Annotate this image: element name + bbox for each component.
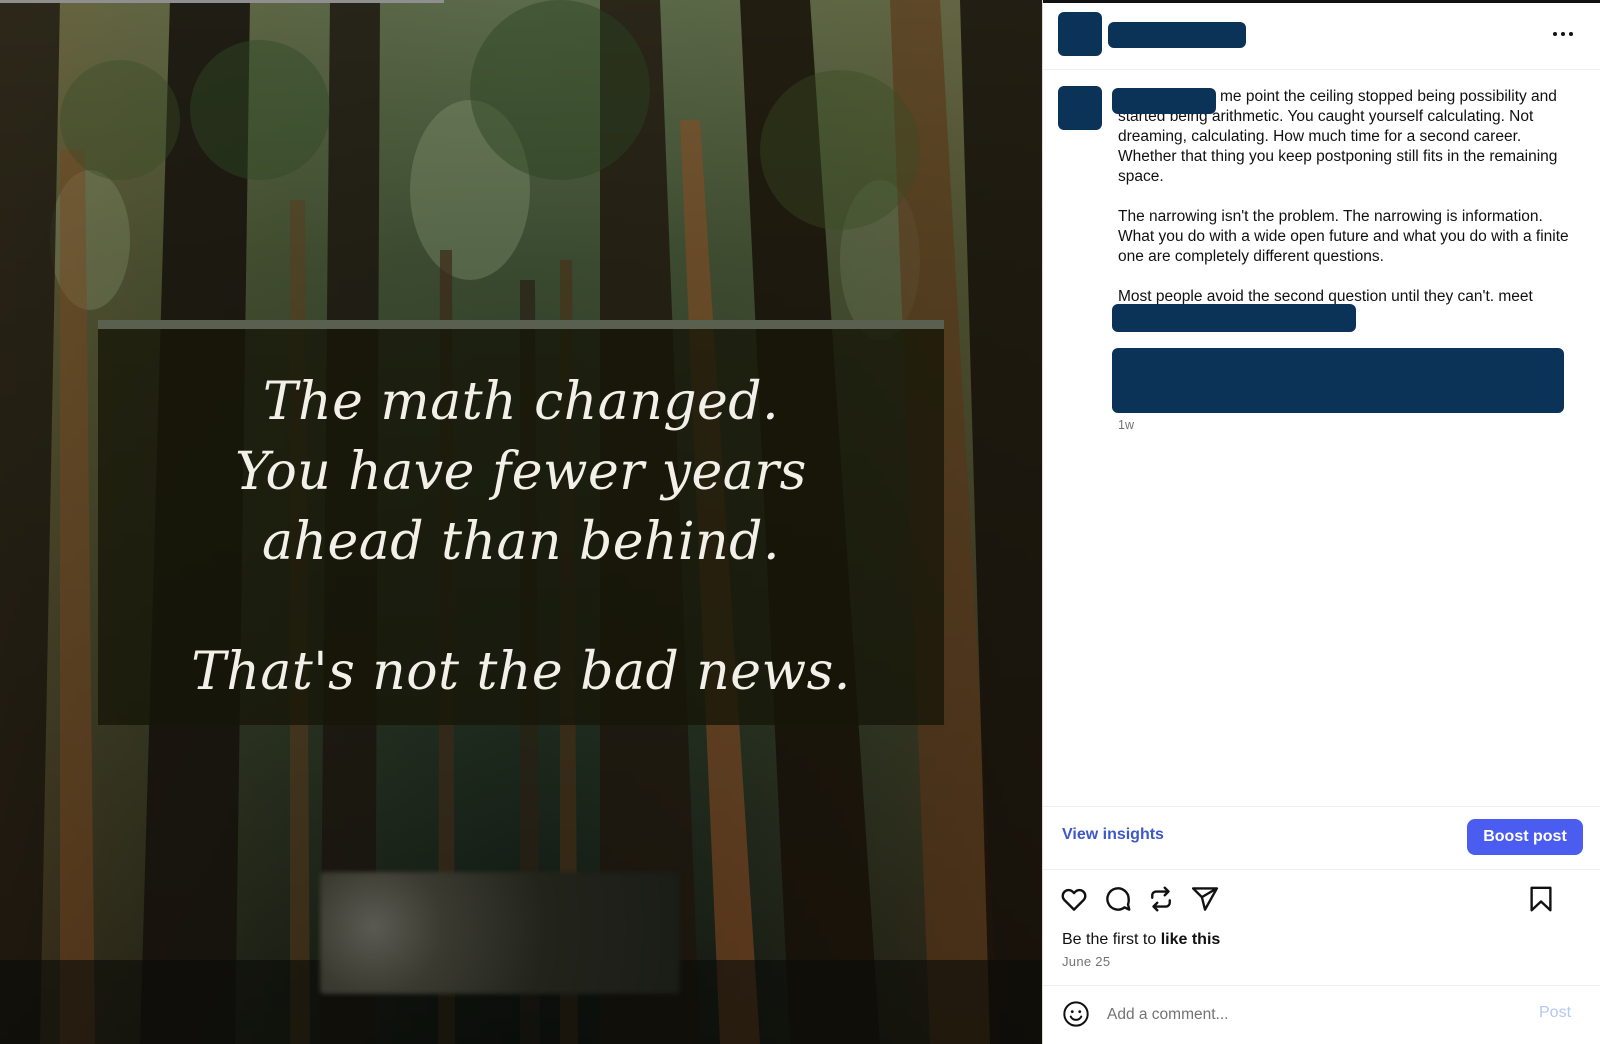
top-border xyxy=(1043,0,1600,3)
quote-overlay: The math changed. You have fewer years a… xyxy=(98,320,944,725)
redacted-avatar[interactable] xyxy=(1058,86,1102,130)
post-media[interactable]: The math changed. You have fewer years a… xyxy=(0,0,1042,1044)
heart-icon[interactable] xyxy=(1059,884,1089,914)
divider xyxy=(1043,985,1600,986)
redacted-text xyxy=(1112,348,1564,413)
emoji-icon[interactable] xyxy=(1062,1000,1090,1028)
view-insights-link[interactable]: View insights xyxy=(1062,826,1164,844)
more-icon[interactable] xyxy=(1543,22,1583,46)
redacted-username[interactable] xyxy=(1112,88,1216,114)
post-side-panel: me point the ceiling stopped being possi… xyxy=(1042,0,1600,1044)
post-date[interactable]: June 25 xyxy=(1062,954,1110,969)
quote-text: The math changed. You have fewer years a… xyxy=(98,367,944,707)
bookmark-icon[interactable] xyxy=(1526,884,1556,914)
divider xyxy=(1043,806,1600,807)
story-progress-bar xyxy=(0,0,444,3)
quote-line: ahead than behind. xyxy=(262,512,780,572)
post-comment-button[interactable]: Post xyxy=(1539,1004,1571,1022)
comment-input[interactable] xyxy=(1105,1000,1509,1030)
quote-line: The math changed. xyxy=(262,372,780,432)
repost-icon[interactable] xyxy=(1146,884,1176,914)
blurred-watermark xyxy=(320,872,680,994)
share-icon[interactable] xyxy=(1190,884,1220,914)
quote-line: You have fewer years xyxy=(235,442,807,502)
caption-paragraph: The narrowing isn't the problem. The nar… xyxy=(1118,208,1569,265)
like-this-link[interactable]: like this xyxy=(1161,931,1221,948)
comment-icon[interactable] xyxy=(1103,884,1133,914)
redacted-username[interactable] xyxy=(1108,22,1246,48)
likes-prefix: Be the first to xyxy=(1062,931,1161,948)
post-caption: me point the ceiling stopped being possi… xyxy=(1118,87,1573,327)
divider xyxy=(1043,869,1600,870)
likes-summary: Be the first to like this xyxy=(1062,931,1220,949)
redacted-text xyxy=(1112,304,1356,332)
redacted-avatar[interactable] xyxy=(1058,12,1102,56)
boost-post-button[interactable]: Boost post xyxy=(1467,819,1583,855)
post-time-ago[interactable]: 1w xyxy=(1118,418,1134,432)
divider xyxy=(1043,69,1600,70)
quote-closing-line: That's not the bad news. xyxy=(191,642,851,702)
